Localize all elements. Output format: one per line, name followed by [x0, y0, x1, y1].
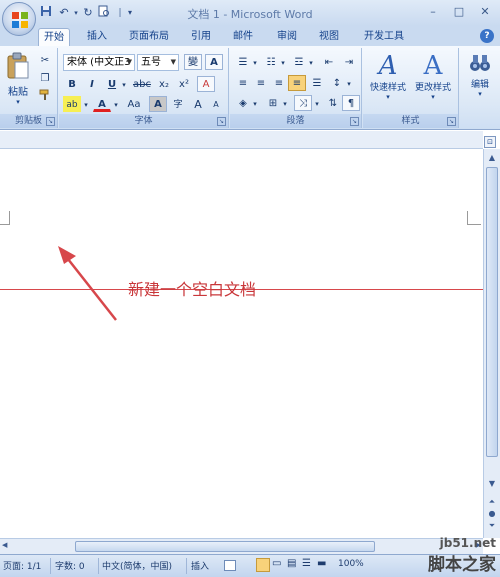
web-layout-icon[interactable]: ▤: [287, 558, 296, 569]
insert-mode[interactable]: 插入: [191, 559, 209, 572]
status-divider: [186, 558, 187, 574]
office-button[interactable]: [2, 2, 36, 36]
office-logo-icon: [12, 12, 28, 28]
vertical-scrollbar[interactable]: ▲ ▼ ⏶ ● ⏷: [483, 149, 500, 538]
language-indicator[interactable]: 中文(简体，中国): [102, 559, 172, 572]
watermark-site: jb51.net: [439, 536, 496, 550]
watermark-name: 脚本之家: [428, 555, 496, 575]
scroll-down-icon[interactable]: ▼: [486, 477, 498, 491]
draft-view-icon[interactable]: ▬: [317, 558, 326, 569]
status-divider: [50, 558, 51, 574]
horizontal-scrollbar[interactable]: ◀ ▶: [0, 538, 483, 554]
page-count[interactable]: 页面: 1/1: [3, 559, 41, 572]
zoom-level[interactable]: 100%: [338, 559, 364, 569]
full-screen-reading-icon[interactable]: ▭: [272, 558, 281, 569]
print-layout-view-icon[interactable]: [256, 558, 270, 572]
scroll-left-icon[interactable]: ◀: [2, 541, 7, 549]
status-bar: 页面: 1/1 字数: 0 中文(简体，中国) 插入 ▭ ▤ ☰ ▬ 100%: [0, 554, 500, 577]
scroll-up-icon[interactable]: ▲: [486, 151, 498, 165]
horizontal-scroll-thumb[interactable]: [75, 541, 375, 552]
annotation-text: 新建一个空白文档: [128, 280, 257, 299]
next-page-icon[interactable]: ⏷: [486, 519, 498, 533]
watermark: jb51.net 脚本之家: [428, 536, 496, 575]
status-divider: [98, 558, 99, 574]
macro-record-icon[interactable]: [224, 560, 236, 571]
vertical-scroll-thumb[interactable]: [486, 167, 498, 457]
word-count[interactable]: 字数: 0: [55, 559, 85, 572]
outline-view-icon[interactable]: ☰: [302, 558, 311, 569]
